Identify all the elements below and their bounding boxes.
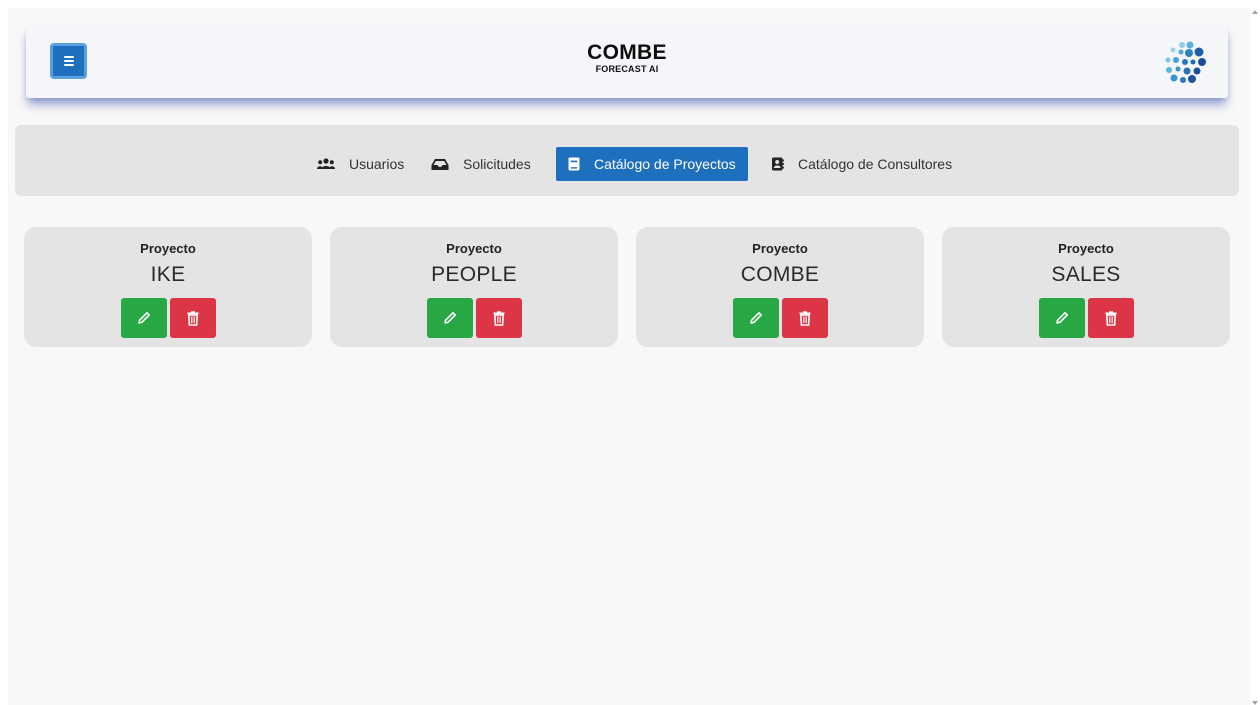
app-title: COMBE (587, 41, 667, 64)
section-tabs: Usuarios Solicitudes Catálogo de Proyect… (15, 125, 1239, 196)
delete-project-button[interactable] (169, 298, 216, 338)
trash-icon (493, 310, 504, 326)
delete-project-button[interactable] (475, 298, 522, 338)
project-card: Proyecto IKE (24, 227, 312, 347)
project-card-actions (24, 298, 312, 338)
page-viewport (8, 8, 1250, 705)
pencil-icon (443, 312, 456, 324)
combe-logo-icon (1165, 41, 1206, 83)
trash-icon (187, 310, 198, 326)
edit-project-button[interactable] (1038, 298, 1085, 338)
project-card-actions (942, 298, 1230, 338)
tab-catalogo-proyectos-label: Catálogo de Proyectos (594, 156, 736, 172)
edit-project-button[interactable] (426, 298, 473, 338)
tab-catalogo-proyectos[interactable]: Catálogo de Proyectos (556, 147, 748, 181)
project-card-name: PEOPLE (431, 263, 517, 286)
tab-usuarios-label: Usuarios (349, 156, 405, 172)
users-icon (317, 158, 335, 169)
edit-project-button[interactable] (732, 298, 779, 338)
vertical-scrollbar[interactable] (1250, 0, 1260, 705)
app-subtitle: FORECAST AI (595, 64, 659, 74)
delete-project-button[interactable] (781, 298, 828, 338)
project-card-label: Proyecto (140, 241, 196, 256)
tab-catalogo-consultores-label: Catálogo de Consultores (798, 156, 953, 172)
address-book-icon (772, 157, 784, 171)
scroll-down-icon[interactable] (1252, 701, 1258, 705)
trash-icon (799, 310, 810, 326)
project-card-label: Proyecto (1058, 241, 1114, 256)
pencil-icon (1055, 312, 1068, 324)
project-card-name: COMBE (740, 263, 820, 286)
trash-icon (1105, 310, 1116, 326)
project-card-label: Proyecto (752, 241, 808, 256)
brand: COMBE FORECAST AI (26, 42, 1228, 75)
project-card-actions (636, 298, 924, 338)
tab-solicitudes[interactable]: Solicitudes (419, 147, 543, 181)
project-card-actions (330, 298, 618, 338)
scroll-up-icon[interactable] (1252, 10, 1258, 14)
project-card-name: SALES (1051, 263, 1121, 286)
pencil-icon (137, 312, 150, 324)
book-icon (568, 157, 580, 171)
delete-project-button[interactable] (1087, 298, 1134, 338)
project-card-name: IKE (150, 263, 186, 286)
project-card: Proyecto PEOPLE (330, 227, 618, 347)
tab-usuarios[interactable]: Usuarios (305, 147, 416, 181)
pencil-icon (749, 312, 762, 324)
inbox-icon (431, 158, 449, 170)
project-card: Proyecto SALES (942, 227, 1230, 347)
tab-solicitudes-label: Solicitudes (463, 156, 531, 172)
edit-project-button[interactable] (120, 298, 167, 338)
top-navbar: COMBE FORECAST AI (26, 26, 1228, 98)
project-card-label: Proyecto (446, 241, 502, 256)
project-card: Proyecto COMBE (636, 227, 924, 347)
tab-catalogo-consultores[interactable]: Catálogo de Consultores (759, 147, 964, 181)
